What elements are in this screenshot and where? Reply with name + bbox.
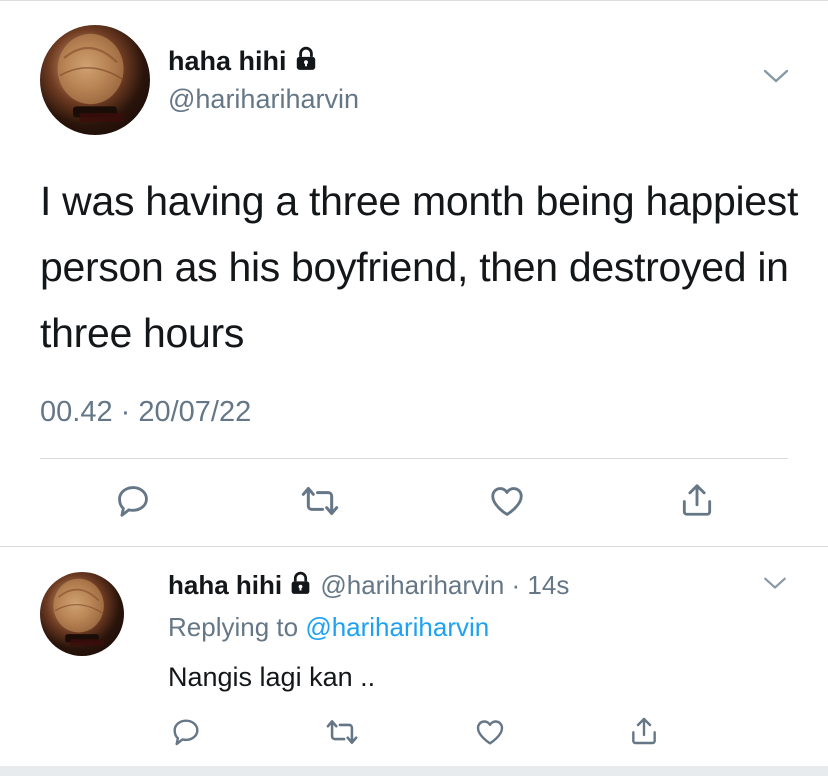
share-icon <box>682 484 712 516</box>
tweet-separator <box>0 546 828 547</box>
retweet-button[interactable] <box>298 480 342 522</box>
share-icon <box>632 717 656 745</box>
replying-to: Replying to @harihariharvin <box>168 612 489 643</box>
time-separator: · <box>511 570 521 600</box>
share-button[interactable] <box>626 712 662 750</box>
reply-icon <box>173 719 199 746</box>
retweet-icon <box>301 487 339 515</box>
reply-text: Nangis lagi kan .. <box>168 662 376 692</box>
avatar[interactable] <box>40 25 150 135</box>
display-name[interactable]: haha hihi <box>168 570 282 600</box>
reply-header: haha hihi @harihariharvin · 14s <box>168 570 569 603</box>
like-button[interactable] <box>472 714 508 750</box>
handle[interactable]: @harihariharvin <box>320 570 504 600</box>
globe-photo-icon <box>53 578 105 646</box>
handle[interactable]: @harihariharvin <box>168 84 359 115</box>
relative-time[interactable]: 14s <box>527 570 569 600</box>
reply-button[interactable] <box>112 480 154 522</box>
reply-icon <box>118 486 148 517</box>
mention-link[interactable]: @harihariharvin <box>305 612 489 642</box>
like-icon <box>476 720 504 745</box>
replying-label: Replying to <box>168 612 299 642</box>
like-button[interactable] <box>486 480 528 522</box>
reply-button[interactable] <box>168 714 204 750</box>
display-name-text: haha hihi <box>168 46 287 76</box>
timestamp[interactable]: 00.42 · 20/07/22 <box>40 396 251 429</box>
lock-icon <box>288 571 313 603</box>
lock-icon <box>293 46 319 79</box>
share-button[interactable] <box>676 478 718 522</box>
bottom-separator <box>0 766 828 776</box>
main-tweet: haha hihi @harihariharvin I was having a… <box>0 0 828 546</box>
tweet-text: I was having a three month being happies… <box>40 178 799 356</box>
divider <box>40 458 788 459</box>
avatar[interactable] <box>40 572 124 656</box>
chevron-down-icon[interactable] <box>762 576 788 597</box>
like-icon <box>491 487 523 516</box>
retweet-button[interactable] <box>324 714 360 750</box>
globe-photo-icon <box>57 33 125 122</box>
chevron-down-icon[interactable] <box>762 68 790 91</box>
display-name[interactable]: haha hihi <box>168 46 319 79</box>
retweet-icon <box>326 720 358 744</box>
